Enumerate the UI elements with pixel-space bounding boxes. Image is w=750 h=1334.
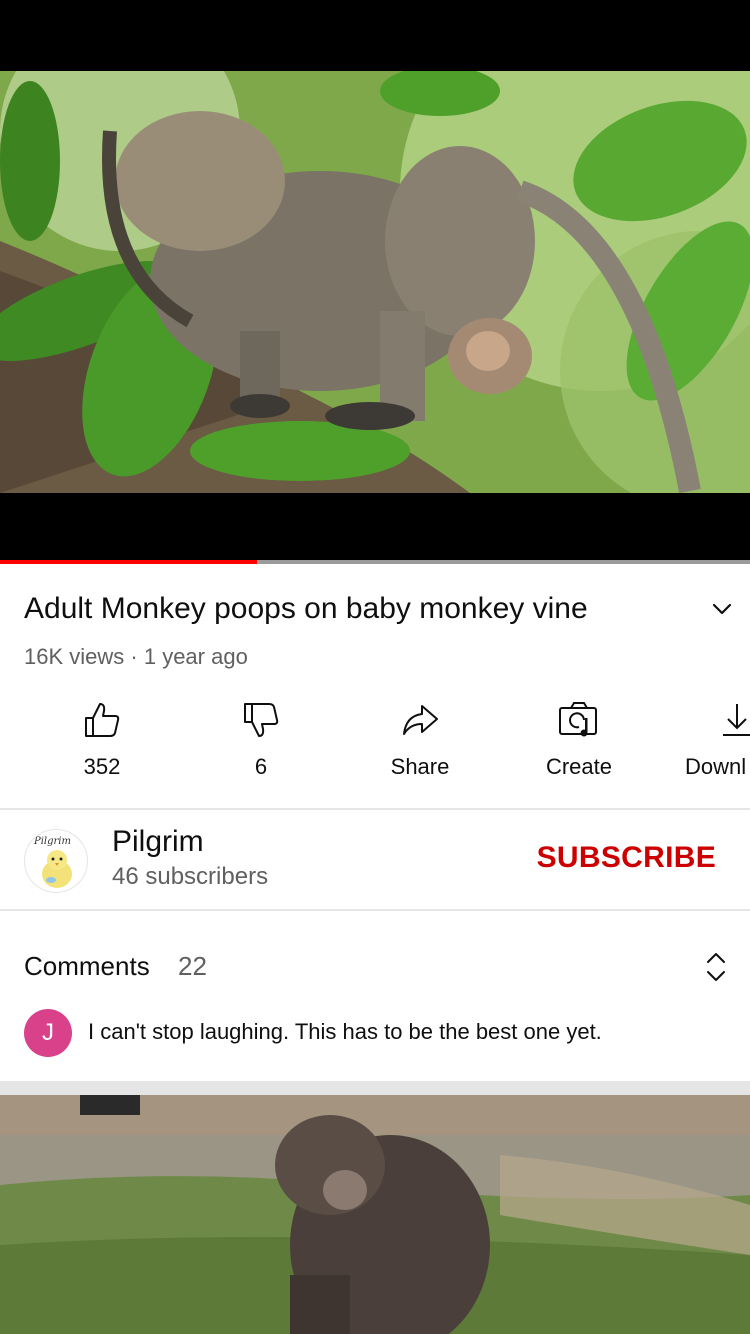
next-video-image [0,1095,750,1334]
avatar-logo-text: Pilgrim [33,836,71,847]
download-button[interactable]: Downl [677,692,750,782]
create-button[interactable]: Create [519,692,639,782]
section-gap [0,1081,750,1095]
channel-row[interactable]: Pilgrim Pilgrim 46 subscribers SUBSCRIBE [0,811,750,909]
create-label: Create [545,754,613,779]
video-meta: 16K views · 1 year ago [24,644,248,670]
meta-separator: · [124,644,144,669]
like-count: 352 [83,754,121,779]
next-video-thumbnail[interactable] [0,1095,750,1334]
upload-age: 1 year ago [143,644,248,669]
expand-collapse-icon[interactable] [700,949,732,985]
chick-logo-icon: Pilgrim [33,836,72,888]
thumbs-down-icon [244,703,279,737]
channel-avatar[interactable]: Pilgrim [24,829,88,893]
create-icon [559,702,597,737]
subscriber-count: 46 subscribers [112,863,269,890]
download-icon [723,704,750,736]
video-still-image [0,71,750,493]
video-title[interactable]: Adult Monkey poops on baby monkey vine [24,590,674,628]
share-button[interactable]: Share [360,692,480,782]
view-count: 16K views [24,644,125,669]
comments-section[interactable]: Comments 22 J I can't stop laughing. Thi… [0,911,750,1081]
channel-name[interactable]: Pilgrim [112,825,204,859]
comment-text[interactable]: I can't stop laughing. This has to be th… [88,1019,602,1045]
like-button[interactable]: 352 [42,692,162,782]
download-label: Downl [685,754,747,779]
video-frame[interactable] [0,71,750,493]
share-icon [403,705,438,735]
dislike-count: 6 [254,754,268,779]
commenter-avatar[interactable]: J [24,1009,72,1057]
divider [0,808,750,810]
subscribe-button[interactable]: SUBSCRIBE [537,841,716,875]
chevron-down-icon[interactable] [706,594,738,626]
comments-count: 22 [178,951,207,981]
share-label: Share [390,754,450,779]
action-bar: 352 6 Share Create Downl [0,692,750,782]
video-info: Adult Monkey poops on baby monkey vine 1… [0,564,750,809]
dislike-button[interactable]: 6 [201,692,321,782]
video-player[interactable] [0,0,750,560]
thumbs-up-icon [85,703,120,737]
comments-title: Comments [24,951,150,981]
